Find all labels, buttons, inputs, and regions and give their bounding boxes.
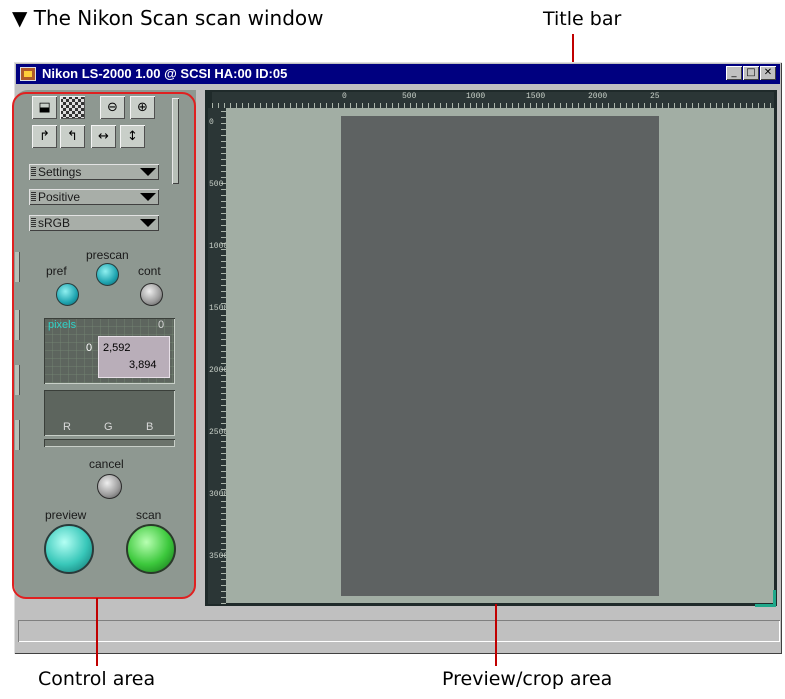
ruler-tick-label: 500 bbox=[402, 92, 417, 101]
page-heading: ▼ The Nikon Scan scan window bbox=[12, 6, 324, 30]
ruler-tick-label: 2000 bbox=[588, 92, 608, 101]
ruler-tick-label: 25 bbox=[650, 92, 660, 101]
ruler-tick-label: 1000 bbox=[466, 92, 486, 101]
horizontal-ruler bbox=[212, 92, 774, 108]
ruler-tick-label: 1500 bbox=[526, 92, 546, 101]
preview-image[interactable] bbox=[341, 116, 659, 596]
caption-control-area: Control area bbox=[38, 668, 156, 690]
ruler-tick-label: 0 bbox=[209, 118, 214, 127]
app-icon[interactable] bbox=[20, 67, 36, 81]
caption-preview-area: Preview/crop area bbox=[442, 668, 613, 690]
maximize-button[interactable]: □ bbox=[743, 66, 759, 80]
window-title: Nikon LS-2000 1.00 @ SCSI HA:00 ID:05 bbox=[42, 66, 288, 81]
ruler-tick-label: 500 bbox=[209, 180, 224, 189]
minimize-button[interactable]: _ bbox=[726, 66, 742, 80]
leader-preview-area bbox=[495, 604, 497, 666]
close-button[interactable]: ✕ bbox=[760, 66, 776, 80]
resize-grip-icon[interactable] bbox=[755, 590, 776, 607]
leader-control-area bbox=[96, 598, 98, 666]
ruler-tick-label: 0 bbox=[342, 92, 347, 101]
caption-title-bar: Title bar bbox=[543, 8, 622, 30]
status-bar bbox=[18, 620, 780, 642]
control-area-highlight bbox=[12, 92, 196, 599]
